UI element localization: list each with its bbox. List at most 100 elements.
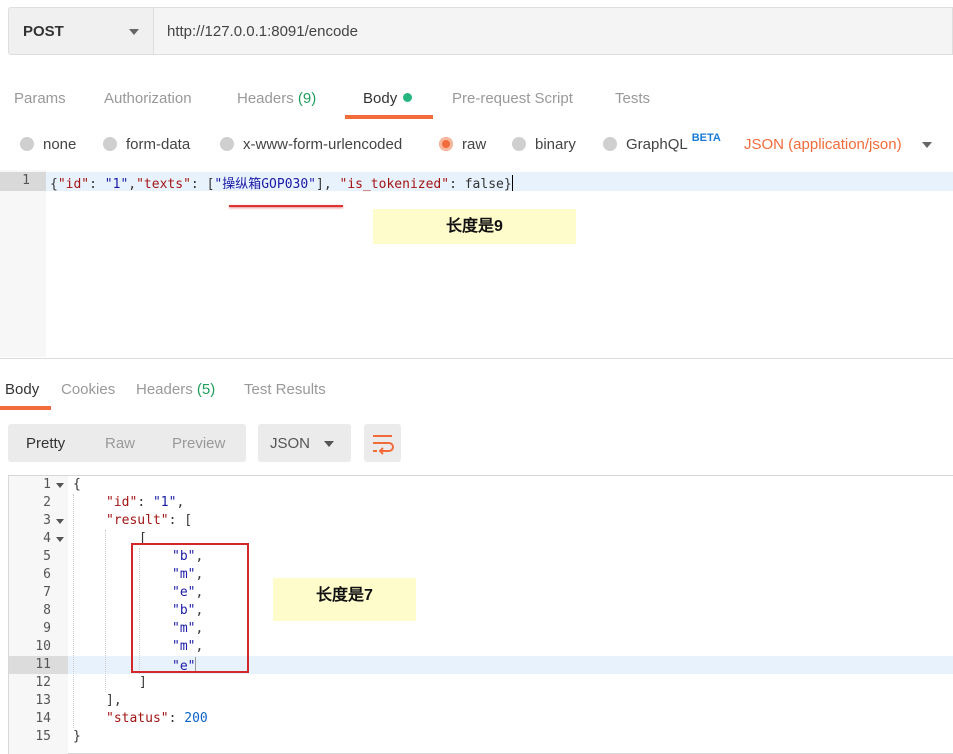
response-tab-headers-label: Headers <box>136 381 193 398</box>
radio-none-label: none <box>43 136 77 153</box>
json-string: "1" <box>152 495 177 510</box>
radio-circle-icon <box>603 137 617 151</box>
code-token: ] <box>139 675 147 690</box>
radio-circle-icon <box>20 137 34 151</box>
content-type-select[interactable]: JSON (application/json) <box>744 136 902 153</box>
radio-urlencoded[interactable]: x-www-form-urlencoded <box>220 136 402 153</box>
code-token: } <box>503 177 512 192</box>
json-key: "status" <box>106 711 169 726</box>
code-token: { <box>73 477 81 492</box>
method-select[interactable]: POST <box>8 7 154 55</box>
line-number: 1 <box>0 172 46 191</box>
radio-graphql[interactable]: GraphQL BETA <box>603 132 721 153</box>
chevron-down-icon[interactable] <box>922 142 932 148</box>
line-number: 4 <box>43 531 51 546</box>
url-input[interactable]: http://127.0.0.1:8091/encode <box>153 7 953 55</box>
modified-dot-icon <box>403 93 413 102</box>
fold-arrow-icon[interactable] <box>56 483 64 488</box>
method-label: POST <box>23 23 64 40</box>
response-tab-body[interactable]: Body <box>5 381 39 398</box>
code-token: false <box>464 177 504 192</box>
text-cursor <box>511 175 513 191</box>
format-label: JSON <box>270 435 311 452</box>
pane-divider[interactable] <box>0 358 953 359</box>
annotation-note-request: 长度是9 <box>373 209 576 244</box>
active-tab-indicator <box>345 115 433 119</box>
code-line: ] <box>139 675 147 690</box>
tab-headers-label: Headers <box>237 90 294 107</box>
code-token: , <box>323 177 340 192</box>
line-number: 14 <box>35 711 51 726</box>
wrap-lines-icon <box>373 435 394 455</box>
code-line: ], <box>106 693 122 708</box>
line-number: 13 <box>35 693 51 708</box>
code-token: : <box>168 513 185 528</box>
line-number: 3 <box>43 513 51 528</box>
radio-form-data[interactable]: form-data <box>103 136 190 153</box>
request-body-editor[interactable] <box>0 170 953 357</box>
line-number: 11 <box>35 657 51 672</box>
editor-gutter <box>0 170 46 357</box>
code-token: "操纵箱GOP030" <box>214 177 317 192</box>
fold-arrow-icon[interactable] <box>56 519 64 524</box>
request-code-line[interactable]: {"id": "1","texts": ["操纵箱GOP030"], "is_t… <box>50 173 513 192</box>
response-headers-count: (5) <box>196 381 216 398</box>
view-mode-group: Pretty Raw Preview <box>8 424 246 462</box>
radio-urlencoded-label: x-www-form-urlencoded <box>243 136 403 153</box>
code-token: , <box>176 495 185 510</box>
line-number: 9 <box>43 621 51 636</box>
code-token: : <box>168 711 185 726</box>
response-tab-cookies[interactable]: Cookies <box>61 381 115 398</box>
annotation-box <box>131 543 249 673</box>
radio-binary[interactable]: binary <box>512 136 576 153</box>
tab-params[interactable]: Params <box>14 90 66 107</box>
code-token: { <box>50 177 58 192</box>
line-number: 7 <box>43 585 51 600</box>
fold-arrow-icon[interactable] <box>56 537 64 542</box>
url-text: http://127.0.0.1:8091/encode <box>167 23 358 40</box>
format-select[interactable]: JSON <box>258 424 351 462</box>
line-number: 5 <box>43 549 51 564</box>
radio-raw[interactable]: raw <box>439 136 486 153</box>
tab-body[interactable]: Body <box>363 90 413 107</box>
code-line: "result": [ <box>106 513 192 528</box>
radio-circle-icon <box>220 137 234 151</box>
code-token: "is_tokenized" <box>339 177 450 192</box>
radio-none[interactable]: none <box>20 136 76 153</box>
radio-selected-icon <box>439 137 453 151</box>
json-number: 200 <box>184 711 208 726</box>
tab-authorization[interactable]: Authorization <box>104 90 192 107</box>
code-token: "texts" <box>136 177 191 192</box>
tab-tests[interactable]: Tests <box>615 90 650 107</box>
indent-guide <box>73 494 74 728</box>
radio-circle-icon <box>512 137 526 151</box>
code-line: } <box>73 729 81 744</box>
code-line: "id": "1", <box>106 495 184 510</box>
line-number: 10 <box>35 639 51 654</box>
code-token: "1" <box>104 177 129 192</box>
code-token: : <box>190 177 207 192</box>
code-token: : <box>137 495 153 510</box>
preview-button[interactable]: Preview <box>172 435 225 452</box>
beta-badge: BETA <box>691 132 721 144</box>
chevron-down-icon <box>129 29 139 35</box>
pretty-button[interactable]: Pretty <box>26 435 65 452</box>
line-number: 15 <box>35 729 51 744</box>
wrap-lines-button[interactable] <box>364 424 401 462</box>
tab-pre-request-script[interactable]: Pre-request Script <box>452 90 573 107</box>
line-number-text: 1 <box>22 173 30 188</box>
tab-headers[interactable]: Headers (9) <box>237 90 316 107</box>
response-tab-test-results[interactable]: Test Results <box>244 381 326 398</box>
code-line: { <box>73 477 81 492</box>
line-number: 6 <box>43 567 51 582</box>
body-type-options: none form-data x-www-form-urlencoded raw… <box>0 130 953 162</box>
radio-binary-label: binary <box>535 136 576 153</box>
json-key: "result" <box>106 513 169 528</box>
response-tab-headers[interactable]: Headers (5) <box>136 381 215 398</box>
line-number: 1 <box>43 477 51 492</box>
raw-button[interactable]: Raw <box>105 435 135 452</box>
radio-circle-icon <box>103 137 117 151</box>
radio-form-data-label: form-data <box>126 136 191 153</box>
json-key: "id" <box>106 495 138 510</box>
request-tabs: Params Authorization Headers (9) Body Pr… <box>0 80 953 120</box>
